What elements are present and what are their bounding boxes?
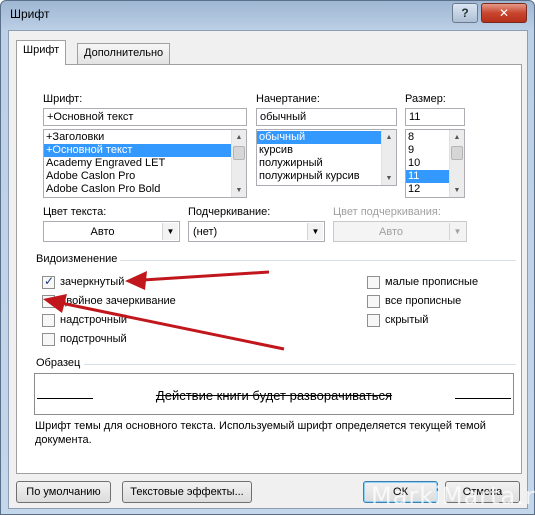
tab-font[interactable]: Шрифт	[16, 40, 67, 65]
annotation-arrow-upper	[125, 270, 270, 290]
font-dialog-window: Шрифт ? ✕ Шрифт Дополнительно Шрифт: +Ос…	[0, 0, 535, 515]
annotation-arrows	[43, 270, 285, 351]
annotation-arrow-lower	[43, 294, 285, 351]
